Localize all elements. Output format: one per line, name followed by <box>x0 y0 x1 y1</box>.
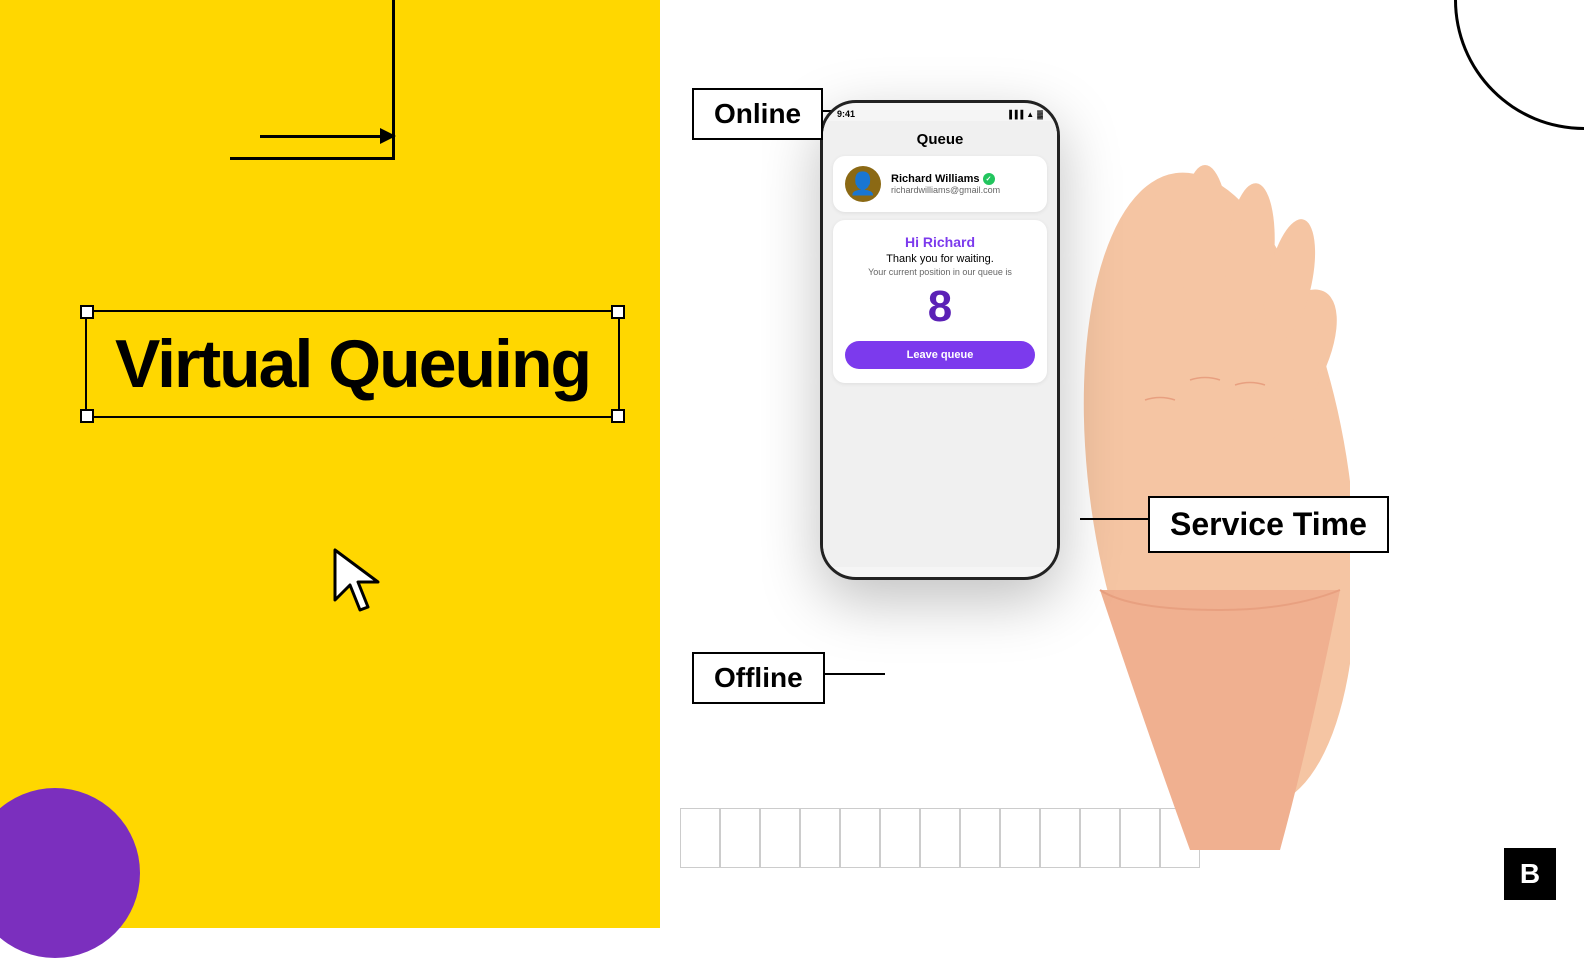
online-label-box: Online <box>692 88 823 140</box>
verified-badge: ✓ <box>983 173 995 185</box>
service-time-connector-line <box>1080 518 1150 520</box>
wifi-icon: ▲ <box>1026 110 1034 119</box>
phone-status-bar: 9:41 ▐▐▐ ▲ ▓ <box>823 103 1057 121</box>
offline-label-text: Offline <box>714 662 803 693</box>
virtual-queuing-label: Virtual Queuing <box>85 310 620 418</box>
user-name-row: Richard Williams ✓ <box>891 173 1035 185</box>
service-time-label-text: Service Time <box>1170 506 1367 542</box>
phone-screen-title: Queue <box>823 121 1057 156</box>
phone-screen: Queue 👤 Richard Williams ✓ richardwillia… <box>823 121 1057 567</box>
online-label-text: Online <box>714 98 801 129</box>
phone-status-icons: ▐▐▐ ▲ ▓ <box>1006 110 1043 119</box>
thank-you-text: Thank you for waiting. <box>845 253 1035 265</box>
greeting-text: Hi Richard <box>845 234 1035 250</box>
phone-mockup: 9:41 ▐▐▐ ▲ ▓ Queue 👤 Richard Williams ✓ <box>820 100 1060 580</box>
leave-queue-button[interactable]: Leave queue <box>845 341 1035 369</box>
handle-top-left <box>80 305 94 319</box>
handle-top-right <box>611 305 625 319</box>
handle-bottom-left <box>80 409 94 423</box>
offline-label-box: Offline <box>692 652 825 704</box>
b-logo-letter: B <box>1520 858 1540 890</box>
user-avatar: 👤 <box>845 166 881 202</box>
bottom-grid-decoration <box>680 808 1240 868</box>
service-time-label-box: Service Time <box>1148 496 1389 553</box>
avatar-face-icon: 👤 <box>849 171 876 197</box>
handle-bottom-right <box>611 409 625 423</box>
cursor-icon <box>330 545 390 625</box>
b-logo: B <box>1504 848 1556 900</box>
phone-frame: 9:41 ▐▐▐ ▲ ▓ Queue 👤 Richard Williams ✓ <box>820 100 1060 580</box>
battery-icon: ▓ <box>1037 110 1043 119</box>
user-info: Richard Williams ✓ richardwilliams@gmail… <box>891 173 1035 195</box>
user-name-text: Richard Williams <box>891 173 980 185</box>
user-card: 👤 Richard Williams ✓ richardwilliams@gma… <box>833 156 1047 212</box>
queue-number: 8 <box>845 285 1035 329</box>
arrow-decoration <box>260 128 396 144</box>
offline-connector-line <box>820 673 885 675</box>
user-email: richardwilliams@gmail.com <box>891 185 1035 195</box>
position-text: Your current position in our queue is <box>845 267 1035 277</box>
queue-info-card: Hi Richard Thank you for waiting. Your c… <box>833 220 1047 383</box>
phone-time: 9:41 <box>837 109 855 119</box>
signal-icon: ▐▐▐ <box>1006 110 1023 119</box>
main-headline: Virtual Queuing <box>115 330 590 398</box>
